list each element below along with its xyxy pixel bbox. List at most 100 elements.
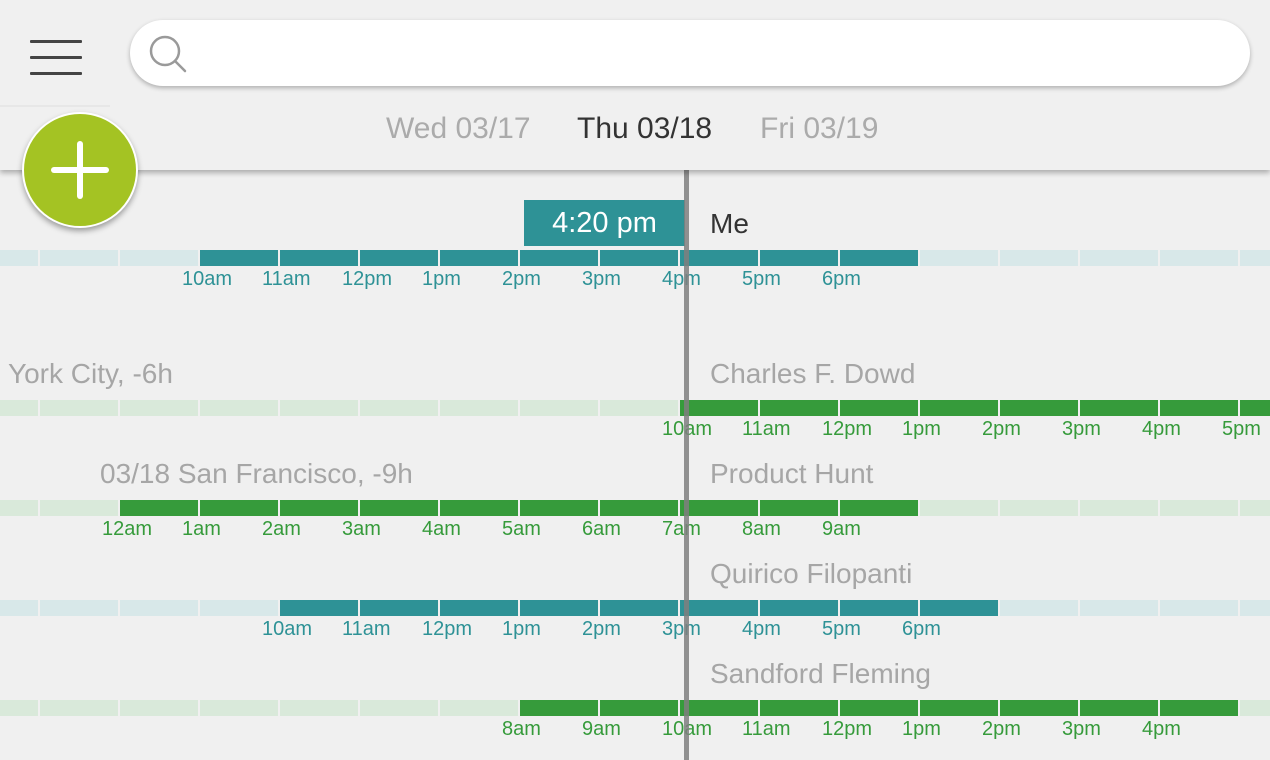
hour-segment bbox=[120, 250, 198, 266]
hour-tick-label: 6pm bbox=[822, 268, 861, 290]
hour-segment bbox=[440, 600, 518, 616]
hour-segment bbox=[360, 600, 438, 616]
timezone-person-label: Sandford Fleming bbox=[710, 658, 932, 689]
search-bar[interactable] bbox=[130, 20, 1250, 88]
hour-tick-label: 11am bbox=[342, 618, 391, 640]
hour-segment bbox=[680, 400, 758, 416]
hour-segment bbox=[1080, 500, 1158, 516]
hamburger-menu-button[interactable] bbox=[0, 0, 110, 107]
hour-segment bbox=[280, 500, 358, 516]
hour-segment bbox=[760, 700, 838, 716]
hour-tick-label: 3pm bbox=[662, 618, 701, 640]
hour-segment bbox=[840, 500, 918, 516]
app-header: Wed 03/17 Thu 03/18 Fri 03/19 bbox=[0, 0, 1270, 170]
hour-tick-label: 4pm bbox=[662, 268, 701, 290]
hour-segment bbox=[40, 700, 118, 716]
hour-tick-label: 12pm bbox=[422, 618, 473, 640]
hour-segment bbox=[360, 400, 438, 416]
hour-tick-label: 12am bbox=[102, 518, 153, 540]
hour-tick-label: 4am bbox=[422, 518, 461, 540]
hour-tick-label: 9am bbox=[822, 518, 861, 540]
hour-segment bbox=[440, 500, 518, 516]
date-tab-current[interactable]: Thu 03/18 bbox=[577, 112, 712, 146]
hour-segment bbox=[520, 400, 598, 416]
hour-tick-label: 12pm bbox=[342, 268, 393, 290]
hour-segment bbox=[920, 700, 998, 716]
hour-segment bbox=[0, 600, 38, 616]
hour-segment bbox=[0, 400, 38, 416]
hour-segment bbox=[40, 400, 118, 416]
timezone-left-label: 03/18 San Francisco, -9h bbox=[100, 458, 413, 489]
search-icon bbox=[149, 35, 187, 73]
hour-segment bbox=[920, 400, 998, 416]
timezone-person-label: Me bbox=[710, 208, 749, 239]
hour-segment bbox=[0, 500, 38, 516]
hour-segment bbox=[120, 600, 198, 616]
hour-tick-label: 2am bbox=[262, 518, 301, 540]
hour-segment bbox=[40, 600, 118, 616]
timezone-person-label: Quirico Filopanti bbox=[710, 558, 913, 589]
timezone-person-label: Product Hunt bbox=[710, 458, 874, 489]
hour-segment bbox=[520, 700, 598, 716]
hour-tick-label: 3pm bbox=[1062, 718, 1101, 740]
hour-tick-label: 1pm bbox=[902, 418, 941, 440]
hour-segment bbox=[1080, 700, 1158, 716]
add-timezone-button[interactable] bbox=[22, 112, 138, 228]
hour-segment bbox=[280, 400, 358, 416]
hour-tick-label: 5pm bbox=[742, 268, 781, 290]
hour-segment bbox=[1080, 400, 1158, 416]
hour-segment bbox=[920, 600, 998, 616]
date-tab-next[interactable]: Fri 03/19 bbox=[760, 112, 878, 146]
hour-segment bbox=[440, 700, 518, 716]
hour-segment bbox=[1080, 250, 1158, 266]
hour-tick-label: 2pm bbox=[502, 268, 541, 290]
hour-segment bbox=[440, 400, 518, 416]
hour-tick-label: 1pm bbox=[902, 718, 941, 740]
hour-tick-label: 4pm bbox=[742, 618, 781, 640]
hour-tick-label: 10am bbox=[182, 268, 233, 290]
hour-tick-label: 1am bbox=[182, 518, 221, 540]
hour-segment bbox=[600, 250, 678, 266]
hour-segment bbox=[1160, 500, 1238, 516]
hour-tick-label: 10am bbox=[262, 618, 313, 640]
hour-tick-label: 11am bbox=[742, 718, 791, 740]
hour-segment bbox=[680, 250, 758, 266]
hour-tick-label: 6pm bbox=[902, 618, 941, 640]
hour-segment bbox=[200, 500, 278, 516]
date-tab-prev[interactable]: Wed 03/17 bbox=[386, 112, 531, 146]
hour-segment bbox=[280, 600, 358, 616]
hour-tick-label: 3pm bbox=[1062, 418, 1101, 440]
search-input[interactable] bbox=[200, 20, 1224, 88]
hour-segment bbox=[360, 500, 438, 516]
hour-tick-label: 9am bbox=[582, 718, 621, 740]
hour-segment bbox=[600, 500, 678, 516]
hour-segment bbox=[1240, 400, 1270, 416]
hour-segment bbox=[200, 600, 278, 616]
hour-tick-label: 4pm bbox=[1142, 718, 1181, 740]
hour-segment bbox=[360, 250, 438, 266]
hour-segment bbox=[680, 700, 758, 716]
hour-tick-label: 1pm bbox=[502, 618, 541, 640]
hour-segment bbox=[1160, 700, 1238, 716]
hour-tick-label: 4pm bbox=[1142, 418, 1181, 440]
hamburger-line bbox=[30, 72, 82, 75]
hour-segment bbox=[1080, 600, 1158, 616]
hour-segment bbox=[1160, 250, 1238, 266]
hour-tick-label: 5pm bbox=[1222, 418, 1261, 440]
hour-segment bbox=[0, 250, 38, 266]
hour-segment bbox=[0, 700, 38, 716]
hour-segment bbox=[1240, 600, 1270, 616]
hour-segment bbox=[680, 500, 758, 516]
hour-segment bbox=[1000, 250, 1078, 266]
current-time-badge: 4:20 pm bbox=[524, 200, 685, 246]
hour-segment bbox=[1240, 500, 1270, 516]
hour-segment bbox=[200, 400, 278, 416]
hour-tick-label: 8am bbox=[742, 518, 781, 540]
hour-segment bbox=[280, 250, 358, 266]
hour-segment bbox=[1160, 400, 1238, 416]
hour-tick-label: 8am bbox=[502, 718, 541, 740]
hour-segment bbox=[40, 500, 118, 516]
hour-tick-label: 12pm bbox=[822, 418, 873, 440]
hour-segment bbox=[1160, 600, 1238, 616]
hour-segment bbox=[1000, 700, 1078, 716]
